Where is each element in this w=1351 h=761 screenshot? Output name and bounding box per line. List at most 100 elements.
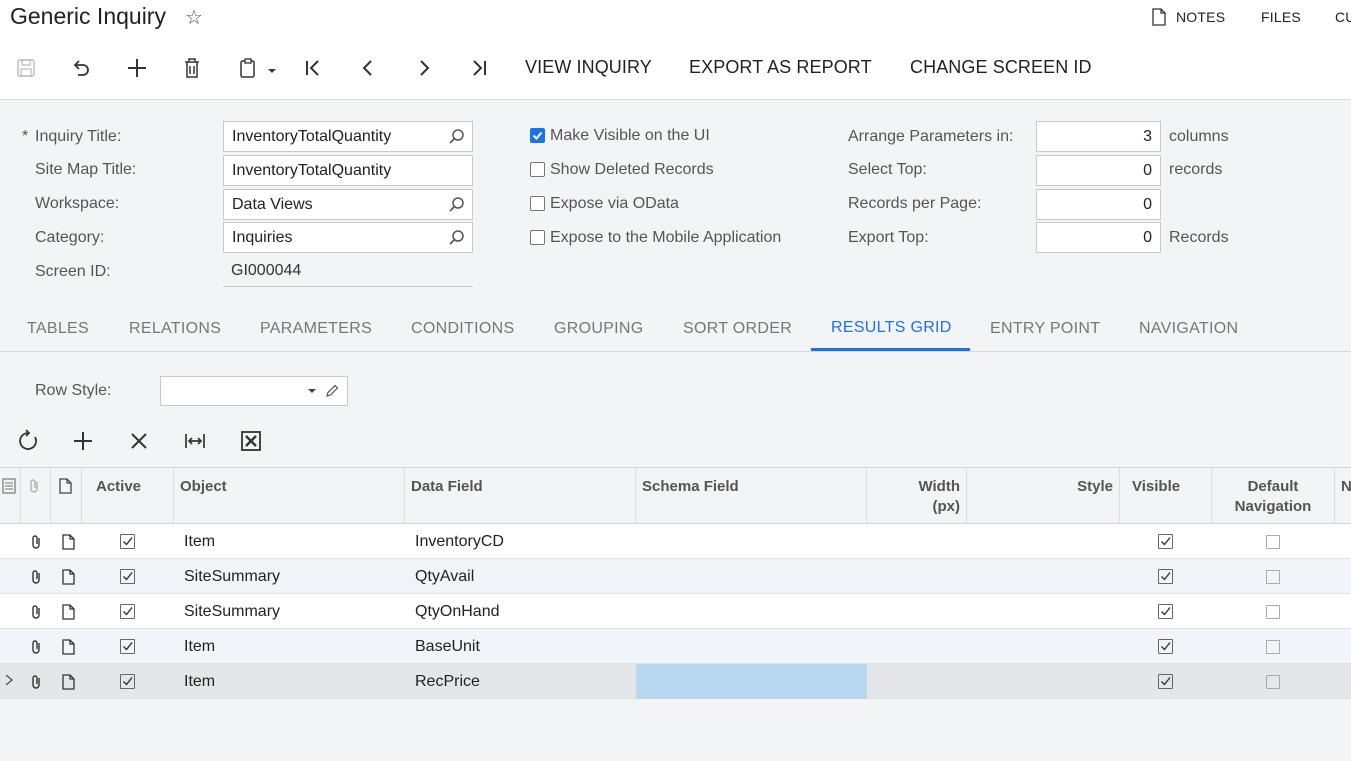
style-cell[interactable] [967,629,1120,663]
data-field-cell[interactable]: BaseUnit [405,629,636,663]
attachment-icon[interactable] [28,629,50,663]
width-cell[interactable] [867,594,967,628]
search-icon[interactable] [448,128,466,146]
category-field[interactable]: Inquiries [223,222,473,253]
tab-navigation[interactable]: NAVIGATION [1139,320,1238,338]
object-column-header[interactable]: Object [174,468,405,524]
object-cell[interactable]: SiteSummary [174,559,405,593]
width-column-header[interactable]: Width (px) [867,468,967,524]
default-navigation-checkbox[interactable] [1266,570,1280,584]
width-cell[interactable] [867,559,967,593]
active-checkbox[interactable] [120,604,135,619]
tab-tables[interactable]: TABLES [27,320,89,338]
schema-field-cell[interactable] [636,629,867,663]
object-cell[interactable]: SiteSummary [174,594,405,628]
note-icon[interactable] [60,629,82,663]
attachment-icon[interactable] [28,664,50,698]
data-field-column-header[interactable]: Data Field [405,468,636,524]
style-cell[interactable] [967,664,1120,698]
expose-odata-checkbox[interactable] [530,196,545,211]
delete-row-icon[interactable] [127,429,151,453]
next-column-header[interactable]: N [1335,468,1351,524]
visible-column-header[interactable]: Visible [1120,468,1212,524]
data-field-cell[interactable]: QtyAvail [405,559,636,593]
add-row-icon[interactable] [71,429,95,453]
default-navigation-checkbox[interactable] [1266,675,1280,689]
object-cell[interactable]: Item [174,629,405,663]
tab-relations[interactable]: RELATIONS [129,320,221,338]
table-row[interactable]: SiteSummary QtyAvail [0,559,1351,594]
visible-checkbox[interactable] [1158,639,1173,654]
width-cell[interactable] [867,664,967,698]
records-per-page-field[interactable]: 0 [1036,189,1161,220]
default-navigation-column-header[interactable]: Default Navigation [1212,468,1335,524]
active-checkbox[interactable] [120,639,135,654]
data-field-cell[interactable]: QtyOnHand [405,594,636,628]
expose-mobile-checkbox[interactable] [530,230,545,245]
style-column-header[interactable]: Style [967,468,1120,524]
attachment-icon[interactable] [28,594,50,628]
save-icon[interactable] [13,55,39,81]
export-top-field[interactable]: 0 [1036,222,1161,253]
schema-field-cell[interactable] [636,524,867,558]
width-cell[interactable] [867,524,967,558]
inquiry-title-field[interactable]: InventoryTotalQuantity [223,121,473,152]
export-as-report-button[interactable]: EXPORT AS REPORT [689,57,872,78]
change-screen-id-button[interactable]: CHANGE SCREEN ID [910,57,1092,78]
tab-parameters[interactable]: PARAMETERS [260,320,372,338]
files-link[interactable]: FILES [1261,9,1301,25]
note-icon[interactable] [60,664,82,698]
active-checkbox[interactable] [120,674,135,689]
tab-conditions[interactable]: CONDITIONS [411,320,514,338]
row-menu-icon[interactable] [2,478,16,494]
data-field-cell[interactable]: RecPrice [405,664,636,698]
schema-field-cell[interactable] [636,594,867,628]
arrange-params-field[interactable]: 3 [1036,121,1161,152]
default-navigation-checkbox[interactable] [1266,640,1280,654]
notes-link[interactable]: NOTES [1176,9,1225,25]
active-checkbox[interactable] [120,569,135,584]
chevron-down-icon[interactable] [266,62,280,73]
visible-checkbox[interactable] [1158,674,1173,689]
style-cell[interactable] [967,594,1120,628]
make-visible-checkbox[interactable] [530,128,545,143]
view-inquiry-button[interactable]: VIEW INQUIRY [525,57,652,78]
table-row[interactable]: Item InventoryCD [0,524,1351,559]
tab-results-grid[interactable]: RESULTS GRID [831,319,952,337]
customization-link[interactable]: CU [1335,9,1351,25]
visible-checkbox[interactable] [1158,534,1173,549]
notes-icon[interactable] [1152,8,1166,26]
object-cell[interactable]: Item [174,664,405,698]
table-row[interactable]: SiteSummary QtyOnHand [0,594,1351,629]
visible-checkbox[interactable] [1158,604,1173,619]
tab-sort-order[interactable]: SORT ORDER [683,320,792,338]
active-checkbox[interactable] [120,534,135,549]
default-navigation-checkbox[interactable] [1266,605,1280,619]
search-icon[interactable] [448,229,466,247]
chevron-down-icon[interactable] [307,388,317,395]
tab-entry-point[interactable]: ENTRY POINT [990,320,1100,338]
attachment-icon[interactable] [28,559,50,593]
add-icon[interactable] [124,55,150,81]
next-record-icon[interactable] [411,55,437,81]
schema-field-column-header[interactable]: Schema Field [636,468,867,524]
note-icon[interactable] [60,559,82,593]
select-top-field[interactable]: 0 [1036,155,1161,186]
schema-field-cell[interactable] [636,559,867,593]
active-column-header[interactable]: Active [82,468,174,524]
data-field-cell[interactable]: InventoryCD [405,524,636,558]
note-icon[interactable] [60,594,82,628]
width-cell[interactable] [867,629,967,663]
visible-checkbox[interactable] [1158,569,1173,584]
table-row[interactable]: Item BaseUnit [0,629,1351,664]
undo-icon[interactable] [68,55,94,81]
clipboard-icon[interactable] [235,55,261,81]
refresh-icon[interactable] [16,429,40,453]
object-cell[interactable]: Item [174,524,405,558]
export-excel-icon[interactable] [239,429,263,453]
search-icon[interactable] [448,196,466,214]
site-map-title-field[interactable]: InventoryTotalQuantity [223,155,473,186]
first-record-icon[interactable] [300,55,326,81]
style-cell[interactable] [967,559,1120,593]
edit-icon[interactable] [324,383,340,399]
